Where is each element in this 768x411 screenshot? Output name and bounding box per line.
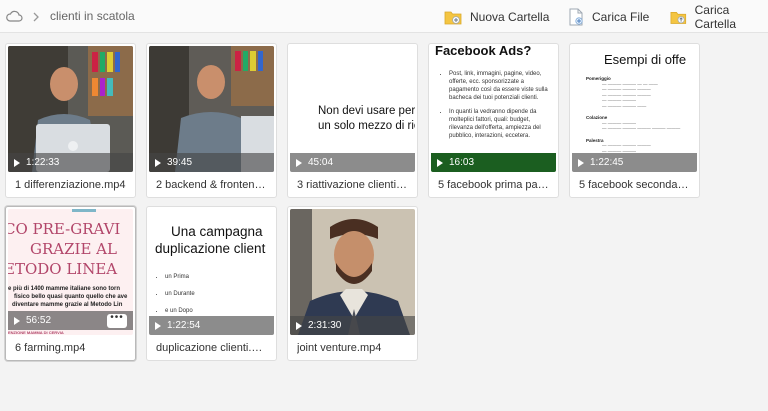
video-thumbnail: 1:22:33 bbox=[8, 46, 133, 172]
upload-file-label: Carica File bbox=[592, 10, 650, 24]
upload-folder-button[interactable]: Carica Cartella bbox=[670, 3, 768, 31]
toolbar: clienti in scatola Nuova Cartella Carica… bbox=[0, 0, 768, 33]
slide-line: CO PRE-GRAVI bbox=[8, 220, 121, 238]
duration-bar: 39:45 bbox=[149, 153, 274, 172]
video-duration: 45:04 bbox=[308, 157, 334, 168]
play-icon bbox=[14, 158, 20, 167]
video-duration: 1:22:45 bbox=[590, 157, 624, 168]
file-name[interactable]: duplicazione clienti.… bbox=[156, 342, 268, 354]
file-name[interactable]: 3 riattivazione clienti… bbox=[297, 179, 409, 191]
file-name[interactable]: 5 facebook prima pa… bbox=[438, 179, 550, 191]
video-thumbnail: Facebook Ads? Post, link, immagini, pagi… bbox=[431, 46, 556, 172]
video-duration: 1:22:33 bbox=[26, 157, 60, 168]
play-icon bbox=[578, 158, 584, 167]
slide-footer: ENZIONE MAMMA DI CERVIA bbox=[8, 330, 64, 335]
slide-bullet: Post, link, immagini, pagine, video, off… bbox=[449, 70, 553, 102]
new-folder-button[interactable]: Nuova Cartella bbox=[444, 6, 549, 28]
video-duration: 2:31:30 bbox=[308, 320, 342, 331]
slide-title: Esempi di offe bbox=[604, 52, 687, 67]
slide-text: Non devi usare per un solo mezzo di rico bbox=[318, 104, 415, 134]
file-tile-selected[interactable]: CO PRE-GRAVI GRAZIE AL ETODO LINEA e più… bbox=[5, 206, 136, 361]
file-tile[interactable]: Non devi usare per un solo mezzo di rico… bbox=[287, 43, 418, 198]
file-name[interactable]: 6 farming.mp4 bbox=[15, 342, 127, 354]
file-tile[interactable]: Esempi di offe Pomeriggio — ——— ——— — — … bbox=[569, 43, 700, 198]
file-name[interactable]: 5 facebook seconda … bbox=[579, 179, 691, 191]
breadcrumb-current-folder[interactable]: clienti in scatola bbox=[50, 9, 135, 23]
video-thumbnail: Non devi usare per un solo mezzo di rico… bbox=[290, 46, 415, 172]
slide-bullets: un Prima un Durante e un Dopo bbox=[165, 273, 195, 315]
slide-bullet: un Prima bbox=[165, 273, 195, 281]
slide-line: Una campagna bbox=[171, 224, 263, 239]
duration-bar: 2:31:30 bbox=[290, 316, 415, 335]
video-thumbnail: 2:31:30 bbox=[290, 209, 415, 335]
slide-line: GRAZIE AL bbox=[30, 240, 117, 258]
slide-line: duplicazione client bbox=[155, 241, 266, 256]
duration-bar: 1:22:45 bbox=[572, 153, 697, 172]
file-name[interactable]: 1 differenziazione.mp4 bbox=[15, 179, 127, 191]
slide-line: un solo mezzo di rico bbox=[318, 120, 415, 132]
slide-headline: Una campagna bbox=[171, 223, 263, 241]
play-icon bbox=[296, 321, 302, 330]
chevron-right-icon bbox=[33, 12, 39, 22]
file-name[interactable]: joint venture.mp4 bbox=[297, 342, 409, 354]
video-thumbnail: 39:45 bbox=[149, 46, 274, 172]
slide-line: e più di 1400 mamme italiane sono torn bbox=[8, 286, 121, 292]
file-tile[interactable]: Facebook Ads? Post, link, immagini, pagi… bbox=[428, 43, 559, 198]
play-icon bbox=[14, 316, 20, 325]
upload-folder-icon bbox=[670, 12, 687, 24]
slide-bullets: Post, link, immagini, pagine, video, off… bbox=[449, 70, 553, 140]
slide-filler: — ——— ——— — — —— — ——— ——— ——— — ——— ——— —… bbox=[602, 81, 658, 109]
video-duration: 39:45 bbox=[167, 157, 193, 168]
slide-bullet: e un Dopo bbox=[165, 307, 195, 315]
slide-bullet: In quanti la vedranno dipende da moltepl… bbox=[449, 108, 553, 140]
upload-file-button[interactable]: Carica File bbox=[568, 6, 649, 28]
duration-bar: 1:22:33 bbox=[8, 153, 133, 172]
more-options-button[interactable]: ••• bbox=[107, 313, 127, 328]
file-grid: 1:22:33 1 differenziazione.mp4 39:45 2 b… bbox=[0, 33, 768, 411]
duration-bar: 16:03 bbox=[431, 153, 556, 172]
duration-bar: 45:04 bbox=[290, 153, 415, 172]
upload-file-icon bbox=[569, 8, 583, 26]
upload-folder-label: Carica Cartella bbox=[694, 3, 736, 31]
file-tile[interactable]: 1:22:33 1 differenziazione.mp4 bbox=[5, 43, 136, 198]
slide-bullet: un Durante bbox=[165, 290, 195, 298]
file-tile[interactable]: 39:45 2 backend & fronten… bbox=[146, 43, 277, 198]
slide-filler: — ——— ——— — ——— ——— ——— ——— ——— bbox=[602, 120, 681, 132]
new-folder-label: Nuova Cartella bbox=[470, 10, 550, 24]
slide-title: Facebook Ads? bbox=[435, 46, 532, 58]
slide-headline: CO PRE-GRAVI GRAZIE AL ETODO LINEA bbox=[8, 219, 133, 279]
decor-strip bbox=[72, 209, 96, 212]
file-name[interactable]: 2 backend & fronten… bbox=[156, 179, 268, 191]
slide-line: fisico bello quasi quanto quello che ave bbox=[14, 294, 128, 300]
video-duration: 56:52 bbox=[26, 315, 52, 326]
video-duration: 1:22:54 bbox=[167, 320, 201, 331]
slide-line: Non devi usare per bbox=[318, 105, 415, 117]
slide-line: diventare mamme grazie al Metodo Lin bbox=[12, 302, 123, 308]
video-thumbnail: Esempi di offe Pomeriggio — ——— ——— — — … bbox=[572, 46, 697, 172]
play-icon bbox=[296, 158, 302, 167]
new-folder-icon bbox=[444, 11, 462, 25]
play-icon bbox=[155, 158, 161, 167]
video-duration: 16:03 bbox=[449, 157, 475, 168]
cloud-icon[interactable] bbox=[5, 9, 23, 23]
slide-sections: Pomeriggio — ——— ——— — — —— — ——— ——— ———… bbox=[586, 76, 680, 154]
video-thumbnail: CO PRE-GRAVI GRAZIE AL ETODO LINEA e più… bbox=[8, 209, 133, 335]
file-tile[interactable]: Una campagna duplicazione client un Prim… bbox=[146, 206, 277, 361]
play-icon bbox=[437, 158, 443, 167]
file-tile[interactable]: 2:31:30 joint venture.mp4 bbox=[287, 206, 418, 361]
video-thumbnail: Una campagna duplicazione client un Prim… bbox=[149, 209, 274, 335]
slide-line: ETODO LINEA bbox=[8, 260, 118, 278]
play-icon bbox=[155, 321, 161, 330]
slide-subtext: e più di 1400 mamme italiane sono torn f… bbox=[8, 285, 127, 309]
duration-bar: 1:22:54 bbox=[149, 316, 274, 335]
